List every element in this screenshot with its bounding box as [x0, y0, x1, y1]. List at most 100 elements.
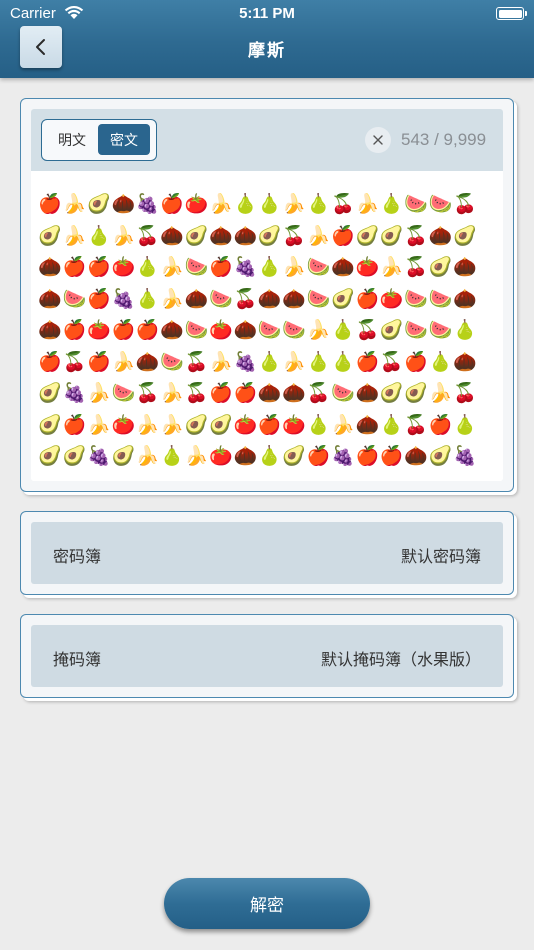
fruit-glyph: 🍉: [404, 193, 428, 215]
fruit-glyph: 🍌: [379, 256, 404, 278]
fruit-glyph: 🍐: [453, 413, 477, 436]
fruit-glyph: 🍌: [282, 193, 306, 215]
ciphertext-textarea[interactable]: 🍎🍌🥑🌰🍇🍎🍅🍌🍐🍐🍌🍐🍒🍌🍐🍉🍉🍒 🥑🍌🍐🍌🍒🌰🥑🌰🌰🥑🍒🍌🍎🥑🥑🍒🌰🥑 🌰🍎…: [31, 171, 503, 481]
codebook-card: 密码簿 默认密码簿: [20, 511, 514, 595]
fruit-glyph: 🍎: [38, 350, 63, 373]
fruit-glyph: 🍎: [38, 193, 63, 215]
fruit-glyph: 🍐: [135, 287, 160, 310]
mode-segmented-control: 明文 密文: [41, 119, 157, 161]
fruit-glyph: 🍉: [428, 319, 453, 341]
fruit-glyph: 🍌: [306, 224, 331, 247]
fruit-glyph: 🍅: [282, 413, 306, 436]
fruit-glyph: 🍅: [87, 319, 111, 341]
fruit-glyph: 🌰: [428, 224, 453, 247]
clock: 5:11 PM: [239, 5, 295, 22]
fruit-glyph: 🍐: [257, 193, 282, 215]
fruit-glyph: 🍉: [306, 287, 331, 310]
fruit-glyph: 🍐: [160, 445, 184, 467]
fruit-glyph: 🌰: [135, 350, 160, 373]
fruit-glyph: 🍐: [257, 350, 282, 373]
fruit-glyph: 🍎: [379, 445, 404, 467]
fruit-glyph: 🍇: [62, 382, 87, 404]
fruit-glyph: 🍎: [87, 350, 111, 373]
ciphertext-card: 明文 密文 543 / 9,999 🍎🍌🥑🌰🍇🍎🍅🍌🍐🍐🍌🍐🍒🍌🍐🍉🍉🍒 🥑🍌🍐…: [20, 98, 514, 492]
fruit-glyph: 🍐: [379, 193, 404, 215]
fruit-glyph: 🍇: [111, 287, 136, 310]
fruit-glyph: 🍎: [257, 413, 282, 436]
mode-plaintext-segment[interactable]: 明文: [46, 124, 98, 155]
codebook-label: 密码簿: [53, 547, 102, 566]
status-bar: Carrier 5:11 PM: [0, 0, 534, 28]
maskbook-selector[interactable]: 掩码簿 默认掩码簿（水果版）: [31, 625, 503, 687]
fruit-glyph: 🥑: [282, 445, 306, 467]
fruit-glyph: 🍌: [306, 319, 331, 341]
fruit-glyph: 🍇: [135, 193, 160, 215]
fruit-glyph: 🍒: [282, 224, 306, 247]
fruit-glyph: 🌰: [453, 256, 477, 278]
fruit-glyph: 🍒: [233, 287, 258, 310]
fruit-glyph: 🌰: [355, 382, 380, 404]
fruit-glyph: 🍎: [355, 445, 380, 467]
fruit-glyph: 🍉: [209, 287, 233, 310]
fruit-glyph: 🍒: [135, 224, 160, 247]
mode-ciphertext-segment[interactable]: 密文: [98, 124, 150, 155]
fruit-glyph: 🌰: [233, 319, 258, 341]
fruit-glyph: 🍎: [87, 256, 111, 278]
fruit-glyph: 🍌: [160, 413, 184, 436]
fruit-glyph: 🍒: [184, 382, 209, 404]
ciphertext-line: 🌰🍎🍎🍅🍐🍌🍉🍎🍇🍐🍌🍉🌰🍅🍌🍒🥑🌰: [38, 252, 503, 284]
fruit-glyph: 🍅: [111, 413, 136, 436]
fruit-glyph: 🍌: [160, 287, 184, 310]
fruit-glyph: 🍒: [306, 382, 331, 404]
fruit-glyph: 🍐: [233, 193, 258, 215]
fruit-glyph: 🍉: [282, 319, 306, 341]
fruit-glyph: 🍒: [331, 193, 355, 215]
character-count: 543 / 9,999: [401, 130, 487, 149]
decrypt-button[interactable]: 解密: [164, 878, 370, 929]
fruit-glyph: 🍉: [306, 256, 331, 278]
fruit-glyph: 🥑: [87, 193, 111, 215]
fruit-glyph: 🥑: [38, 413, 63, 436]
fruit-glyph: 🍌: [184, 445, 209, 467]
clear-text-button[interactable]: [365, 127, 391, 153]
ciphertext-line: 🥑🥑🍇🥑🍌🍐🍌🍅🌰🍐🥑🍎🍇🍎🍎🌰🥑🍇: [38, 441, 503, 473]
fruit-glyph: 🍇: [453, 445, 477, 467]
fruit-glyph: 🥑: [379, 319, 404, 341]
fruit-glyph: 🍌: [135, 445, 160, 467]
fruit-glyph: 🍇: [87, 445, 111, 467]
fruit-glyph: 🌰: [38, 319, 63, 341]
fruit-glyph: 🍐: [306, 350, 331, 373]
fruit-glyph: 🌰: [233, 445, 258, 467]
fruit-glyph: 🍇: [233, 350, 258, 373]
fruit-glyph: 🥑: [111, 445, 136, 467]
codebook-value: 默认密码簿: [400, 547, 481, 566]
fruit-glyph: 🍉: [257, 319, 282, 341]
fruit-glyph: 🌰: [233, 224, 258, 247]
ciphertext-line: 🍎🍌🥑🌰🍇🍎🍅🍌🍐🍐🍌🍐🍒🍌🍐🍉🍉🍒: [38, 189, 503, 221]
fruit-glyph: 🍎: [209, 256, 233, 278]
fruit-glyph: 🍒: [453, 382, 477, 404]
fruit-glyph: 🍐: [257, 256, 282, 278]
navigation-bar: Carrier 5:11 PM 摩斯: [0, 0, 534, 78]
fruit-glyph: 🥑: [404, 382, 428, 404]
fruit-glyph: 🍐: [379, 413, 404, 436]
fruit-glyph: 🍌: [282, 350, 306, 373]
fruit-glyph: 🍒: [379, 350, 404, 373]
ciphertext-line: 🌰🍎🍅🍎🍎🌰🍉🍅🌰🍉🍉🍌🍐🍒🥑🍉🍉🍐: [38, 315, 503, 347]
fruit-glyph: 🥑: [453, 224, 477, 247]
fruit-glyph: 🍐: [135, 256, 160, 278]
fruit-glyph: 🌰: [355, 413, 380, 436]
fruit-glyph: 🍐: [87, 224, 111, 247]
fruit-glyph: 🍒: [453, 193, 477, 215]
ciphertext-panel: 明文 密文 543 / 9,999 🍎🍌🥑🌰🍇🍎🍅🍌🍐🍐🍌🍐🍒🍌🍐🍉🍉🍒 🥑🍌🍐…: [31, 109, 503, 481]
ciphertext-line: 🍎🍒🍎🍌🌰🍉🍒🍌🍇🍐🍌🍐🍐🍎🍒🍎🍐🌰: [38, 347, 503, 379]
fruit-glyph: 🥑: [428, 445, 453, 467]
fruit-glyph: 🍎: [404, 350, 428, 373]
ciphertext-line: 🥑🍇🍌🍉🍒🍌🍒🍎🍎🌰🌰🍒🍉🌰🥑🥑🍌🍒: [38, 378, 503, 410]
editor-toolbar: 明文 密文 543 / 9,999: [31, 109, 503, 171]
codebook-selector[interactable]: 密码簿 默认密码簿: [31, 522, 503, 584]
fruit-glyph: 🍅: [209, 319, 233, 341]
fruit-glyph: 🍎: [111, 319, 136, 341]
fruit-glyph: 🌰: [111, 193, 136, 215]
fruit-glyph: 🌰: [282, 287, 306, 310]
